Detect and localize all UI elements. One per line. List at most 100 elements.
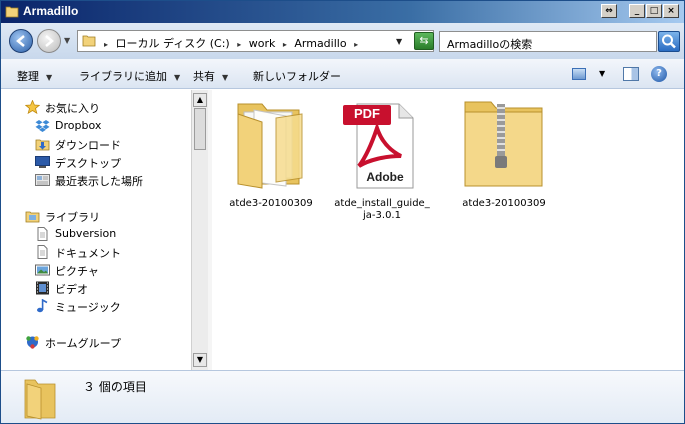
folder-icon (237, 103, 303, 189)
star-icon (25, 100, 40, 114)
nav-item-label: ピクチャ (55, 265, 99, 278)
maximize-button[interactable]: □ (646, 4, 662, 18)
nav-favorites[interactable]: お気に入り (25, 99, 175, 115)
document-icon (37, 245, 48, 259)
help-icon[interactable]: ? (651, 66, 667, 82)
folder-icon (82, 35, 96, 47)
chevron-down-icon: ▼ (174, 73, 181, 82)
folder-icon (5, 6, 19, 18)
recent-places-icon (35, 174, 50, 186)
search-button[interactable] (658, 31, 680, 52)
chevron-right-icon[interactable]: ▸ (283, 40, 287, 49)
view-options-dropdown[interactable]: ▼ (599, 69, 605, 78)
library-icon (25, 211, 40, 223)
share-label: 共有 (193, 70, 215, 83)
adobe-brand: Adobe (366, 170, 404, 184)
pdf-badge: PDF (354, 106, 380, 121)
nav-item-dropbox[interactable]: Dropbox (35, 118, 175, 134)
file-name: atde3-20100309 (229, 198, 313, 209)
nav-libraries[interactable]: ライブラリ (25, 208, 175, 224)
back-arrow-icon (16, 35, 25, 47)
scroll-up-arrow-icon[interactable]: ▲ (193, 93, 207, 107)
nav-item-music[interactable]: ミュージック (35, 298, 175, 314)
address-bar[interactable]: ▸ ローカル ディスク (C:) ▸ work ▸ Armadillo ▸ ▼ (77, 30, 434, 52)
refresh-icon: ⇆ (419, 34, 429, 47)
music-icon (37, 299, 48, 313)
file-item-zip-folder[interactable]: atde3-20100309 (449, 94, 559, 224)
nav-favorites-label: お気に入り (45, 102, 100, 115)
chevron-right-icon[interactable]: ▸ (354, 40, 358, 49)
file-item-folder[interactable]: atde3-20100309 (216, 94, 326, 224)
chevron-down-icon[interactable]: ▼ (396, 37, 402, 46)
recent-pages-dropdown[interactable]: ▼ (64, 36, 70, 45)
nav-item-label: Subversion (55, 227, 117, 240)
chevron-down-icon: ▼ (46, 73, 53, 82)
nav-item-downloads[interactable]: ダウンロード (35, 136, 175, 152)
homegroup-icon (26, 336, 39, 349)
pictures-icon (35, 264, 50, 276)
nav-item-label: ミュージック (55, 301, 121, 314)
navigation-scrollbar[interactable]: ▲ ▼ (191, 90, 208, 370)
share-menu[interactable]: 共有 ▼ (193, 68, 228, 84)
dropbox-icon (35, 120, 50, 132)
nav-item-recent-places[interactable]: 最近表示した場所 (35, 172, 175, 188)
scroll-down-arrow-icon[interactable]: ▼ (193, 353, 207, 367)
nav-homegroup[interactable]: ホームグループ (25, 334, 175, 350)
new-folder-button[interactable]: 新しいフォルダー (253, 68, 341, 84)
minimize-button[interactable]: _ (629, 4, 645, 18)
breadcrumb-item-local-disk[interactable]: ローカル ディスク (C:) (116, 37, 230, 50)
chevron-right-icon[interactable]: ▸ (237, 40, 241, 49)
search-input[interactable]: Armadilloの検索 (439, 31, 657, 52)
nav-item-label: Dropbox (55, 119, 102, 132)
breadcrumb-item-armadillo[interactable]: Armadillo (294, 37, 346, 50)
zip-folder-icon (464, 101, 543, 187)
add-to-library-label: ライブラリに追加 (79, 70, 167, 83)
file-list: atde3-20100309 PDF Adobe atde_install_gu… (212, 90, 684, 370)
video-icon (36, 281, 49, 295)
close-button[interactable]: × (663, 4, 679, 18)
desktop-icon (35, 156, 50, 168)
back-button[interactable] (9, 29, 33, 53)
breadcrumb-item-work[interactable]: work (249, 37, 276, 50)
nav-item-video[interactable]: ビデオ (35, 280, 175, 296)
command-bar: 整理 ▼ ライブラリに追加 ▼ 共有 ▼ 新しいフォルダー ▼ ? (1, 59, 684, 89)
folder-icon (24, 379, 56, 420)
search-icon (662, 34, 676, 49)
nav-homegroup-label: ホームグループ (45, 337, 122, 350)
refresh-button[interactable]: ⇆ (414, 32, 434, 50)
item-count: ３ 個の項目 (83, 380, 147, 394)
explorer-window: Armadillo ⇔ _ □ × ▼ ▸ ローカル ディスク (C:) ▸ w… (0, 0, 685, 424)
nav-item-documents[interactable]: ドキュメント (35, 244, 175, 260)
resize-button[interactable]: ⇔ (601, 4, 617, 18)
chevron-down-icon: ▼ (222, 73, 229, 82)
forward-arrow-icon (45, 35, 54, 47)
chevron-right-icon[interactable]: ▸ (104, 40, 108, 49)
file-item-pdf[interactable]: PDF Adobe atde_install_guide_ ja-3.0.1 (327, 94, 437, 234)
file-name: atde_install_guide_ ja-3.0.1 (334, 198, 430, 221)
search-placeholder: Armadilloの検索 (447, 38, 533, 51)
nav-item-label: ビデオ (55, 283, 88, 296)
nav-item-label: ダウンロード (55, 139, 121, 152)
document-icon (37, 227, 48, 241)
nav-item-label: ドキュメント (55, 247, 121, 260)
nav-item-label: 最近表示した場所 (55, 175, 143, 188)
nav-item-pictures[interactable]: ピクチャ (35, 262, 175, 278)
downloads-icon (35, 139, 50, 151)
nav-libraries-label: ライブラリ (45, 211, 100, 224)
nav-item-subversion[interactable]: Subversion (35, 226, 175, 242)
file-name: atde3-20100309 (462, 198, 546, 209)
navigation-pane: お気に入り Dropbox ダウンロード デスクトップ 最近表示した場所 ライブ… (1, 90, 191, 370)
nav-item-desktop[interactable]: デスクトップ (35, 154, 175, 170)
nav-item-label: デスクトップ (55, 157, 121, 170)
preview-pane-icon[interactable] (623, 67, 639, 81)
address-toolbar: ▼ ▸ ローカル ディスク (C:) ▸ work ▸ Armadillo ▸ … (1, 23, 684, 59)
add-to-library-menu[interactable]: ライブラリに追加 ▼ (79, 68, 180, 84)
forward-button[interactable] (37, 29, 61, 53)
change-view-icon[interactable] (572, 68, 586, 80)
organize-menu[interactable]: 整理 ▼ (17, 68, 52, 84)
window-title: Armadillo (23, 4, 79, 18)
details-pane: ３ 個の項目 (1, 370, 684, 423)
title-bar[interactable]: Armadillo ⇔ _ □ × (1, 1, 684, 23)
organize-label: 整理 (17, 70, 39, 83)
scrollbar-thumb[interactable] (194, 108, 206, 150)
